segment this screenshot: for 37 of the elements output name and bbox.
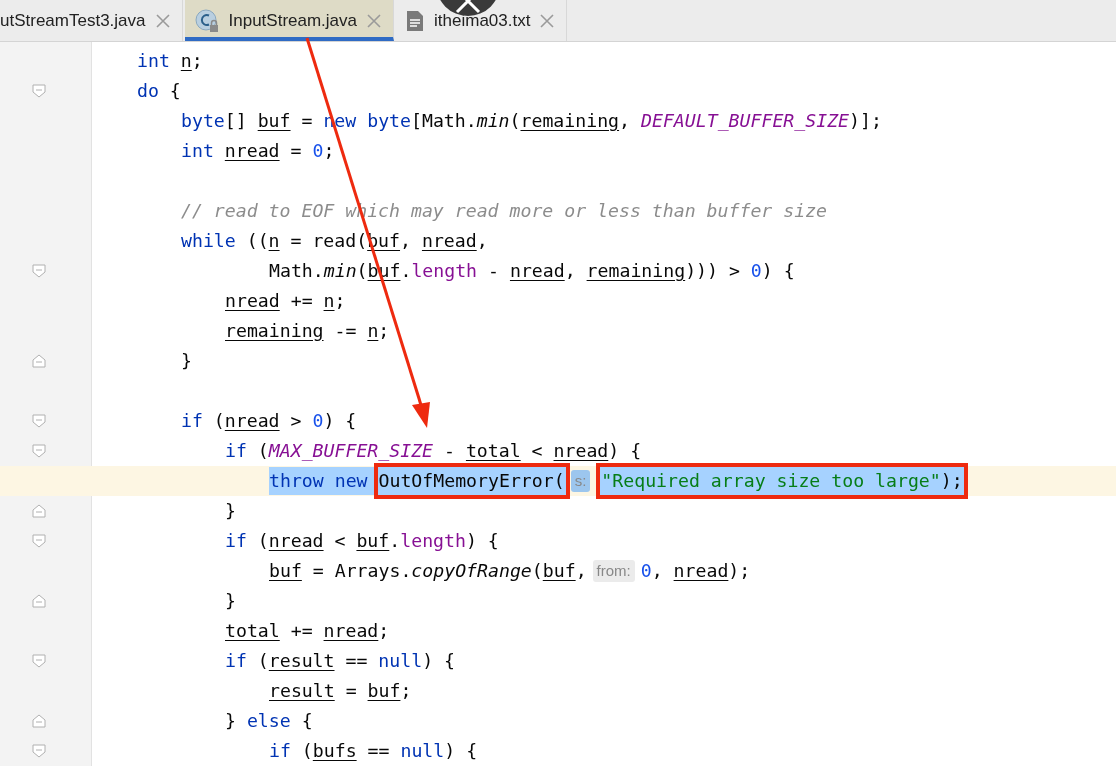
text-file-icon <box>406 9 425 32</box>
code-text: result = buf; <box>269 679 412 703</box>
fold-marker-icon[interactable] <box>32 534 46 548</box>
code-text: 0, nread); <box>640 559 751 583</box>
fold-marker-icon[interactable] <box>32 414 46 428</box>
parameter-hint: s: <box>570 470 591 492</box>
fold-marker-icon[interactable] <box>32 714 46 728</box>
code-text: if (MAX_BUFFER_SIZE - total < nread) { <box>225 439 642 463</box>
fold-marker-icon[interactable] <box>32 354 46 368</box>
code-text: } <box>225 589 236 613</box>
code-text: total += nread; <box>225 619 390 643</box>
code-text: buf = Arrays.copyOfRange(buf, <box>269 559 587 583</box>
code-text: if (nread < buf.length) { <box>225 529 499 553</box>
code-text: nread += n; <box>225 289 346 313</box>
highlighted-code: OutOfMemoryError( <box>373 463 570 499</box>
code-text: } else { <box>225 709 313 733</box>
fold-marker-icon[interactable] <box>32 504 46 518</box>
fold-marker-icon[interactable] <box>32 654 46 668</box>
code-text: if (nread > 0) { <box>181 409 357 433</box>
fold-marker-icon[interactable] <box>32 594 46 608</box>
code-text: } <box>225 499 236 523</box>
code-text: int n; <box>137 49 203 73</box>
highlighted-code: "Required array size too large"); <box>596 463 968 499</box>
parameter-hint: from: <box>592 560 635 582</box>
code-text: if (bufs == null) { <box>269 739 478 763</box>
fold-marker-icon[interactable] <box>32 264 46 278</box>
class-file-icon <box>194 8 219 33</box>
code-text: do { <box>137 79 181 103</box>
code-text: if (result == null) { <box>225 649 455 673</box>
fold-marker-icon[interactable] <box>32 744 46 758</box>
fold-marker-icon[interactable] <box>32 444 46 458</box>
code-text: remaining -= n; <box>225 319 390 343</box>
code-text: } <box>181 349 192 373</box>
editor-tab[interactable]: InputStream.java <box>184 0 395 41</box>
code-text: int nread = 0; <box>181 139 335 163</box>
editor-tab[interactable]: utStreamTest3.java <box>0 0 183 41</box>
fold-marker-icon[interactable] <box>32 84 46 98</box>
